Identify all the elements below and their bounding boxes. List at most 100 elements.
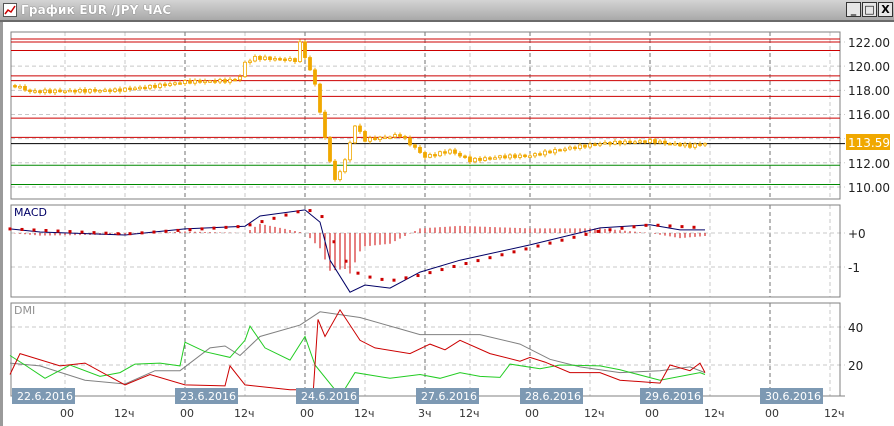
candle bbox=[423, 150, 427, 160]
candle bbox=[483, 155, 487, 162]
date-label-text: 22.6.2016 bbox=[17, 390, 73, 403]
dmi-label: DMI bbox=[14, 304, 35, 317]
signal-line-point bbox=[236, 225, 240, 229]
signal-line-point bbox=[344, 259, 348, 263]
price-tick: 112.00 bbox=[848, 157, 890, 171]
candle bbox=[183, 79, 187, 86]
candle bbox=[703, 142, 707, 147]
candle bbox=[288, 56, 292, 62]
date-label-text: 27.6.2016 bbox=[421, 390, 477, 403]
candle bbox=[58, 87, 62, 93]
candle bbox=[668, 142, 672, 146]
candle bbox=[528, 153, 532, 158]
signal-line-point bbox=[176, 228, 180, 232]
signal-line-point bbox=[260, 220, 264, 224]
signal-line-point bbox=[116, 232, 120, 236]
signal-line-point bbox=[80, 230, 84, 234]
signal-line-point bbox=[500, 253, 504, 257]
candle bbox=[268, 55, 272, 62]
candle bbox=[48, 87, 52, 95]
candle bbox=[203, 78, 207, 85]
date-label: 24.6.2016 bbox=[296, 388, 359, 404]
candle bbox=[353, 125, 357, 145]
macd-tick: -1 bbox=[848, 261, 860, 275]
time-tick-label: 00 bbox=[180, 407, 194, 420]
candle bbox=[53, 88, 57, 96]
time-tick-label: 12ч bbox=[114, 407, 135, 420]
date-label-text: 24.6.2016 bbox=[301, 390, 357, 403]
time-tick-label: 12ч bbox=[824, 407, 845, 420]
signal-line-point bbox=[608, 228, 612, 232]
signal-line-point bbox=[656, 223, 660, 227]
signal-line-point bbox=[140, 231, 144, 235]
signal-line-point bbox=[368, 275, 372, 279]
signal-line-point bbox=[596, 229, 600, 233]
candle bbox=[518, 152, 522, 160]
candle bbox=[43, 87, 47, 95]
candle bbox=[438, 150, 442, 158]
candle bbox=[173, 81, 177, 87]
candle bbox=[328, 136, 332, 163]
signal-line-point bbox=[320, 215, 324, 219]
candle bbox=[358, 123, 362, 134]
macd-tick: +0 bbox=[848, 227, 866, 241]
candle bbox=[378, 135, 382, 142]
signal-line-point bbox=[536, 244, 540, 248]
candle bbox=[188, 78, 192, 85]
candle bbox=[158, 82, 162, 90]
candle bbox=[88, 88, 92, 95]
candle bbox=[633, 140, 637, 145]
signal-line-point bbox=[92, 231, 96, 235]
candle bbox=[383, 134, 387, 140]
candle bbox=[33, 88, 37, 94]
candle bbox=[563, 146, 567, 153]
signal-line-point bbox=[428, 271, 432, 275]
signal-line-point bbox=[20, 227, 24, 231]
candle bbox=[343, 158, 347, 174]
signal-line-point bbox=[68, 230, 72, 234]
signal-line-point bbox=[32, 228, 36, 232]
time-tick-label: 12ч bbox=[704, 407, 725, 420]
date-label: 28.6.2016 bbox=[520, 388, 583, 404]
signal-line-point bbox=[224, 225, 228, 229]
candle bbox=[443, 149, 447, 156]
candle bbox=[63, 90, 67, 95]
candle bbox=[428, 152, 432, 159]
candle bbox=[303, 40, 307, 60]
candle bbox=[538, 151, 542, 157]
signal-line-point bbox=[548, 241, 552, 245]
candle bbox=[558, 148, 562, 152]
time-tick-label: 12ч bbox=[584, 407, 605, 420]
candle bbox=[523, 153, 527, 159]
candle bbox=[673, 141, 677, 146]
signal-line-point bbox=[452, 264, 456, 268]
signal-line-point bbox=[692, 225, 696, 229]
candle bbox=[503, 153, 507, 160]
candle bbox=[163, 81, 167, 88]
candle bbox=[453, 147, 457, 156]
date-label-text: 30.6.2016 bbox=[765, 390, 821, 403]
candle bbox=[293, 57, 297, 64]
candle bbox=[608, 141, 612, 147]
signal-line-point bbox=[212, 226, 216, 230]
price-tick: 118.00 bbox=[848, 84, 890, 98]
signal-line-point bbox=[572, 235, 576, 239]
chart-canvas[interactable]: 113.59 122.00 120.00 118.00 116.00 112.0… bbox=[0, 0, 894, 426]
candle bbox=[593, 142, 597, 147]
price-tick: 122.00 bbox=[848, 36, 890, 50]
candle bbox=[248, 58, 252, 65]
candle bbox=[698, 141, 702, 147]
candle bbox=[308, 55, 312, 71]
candle bbox=[348, 140, 352, 163]
candle bbox=[108, 87, 112, 94]
candle bbox=[153, 82, 157, 90]
signal-line-point bbox=[560, 238, 564, 242]
candle bbox=[143, 84, 147, 90]
signal-line-point bbox=[308, 209, 312, 213]
signal-line-point bbox=[680, 225, 684, 229]
signal-line-point bbox=[44, 229, 48, 233]
signal-line-point bbox=[272, 216, 276, 220]
candle bbox=[253, 54, 257, 63]
candle bbox=[493, 155, 497, 160]
candle bbox=[318, 82, 322, 114]
